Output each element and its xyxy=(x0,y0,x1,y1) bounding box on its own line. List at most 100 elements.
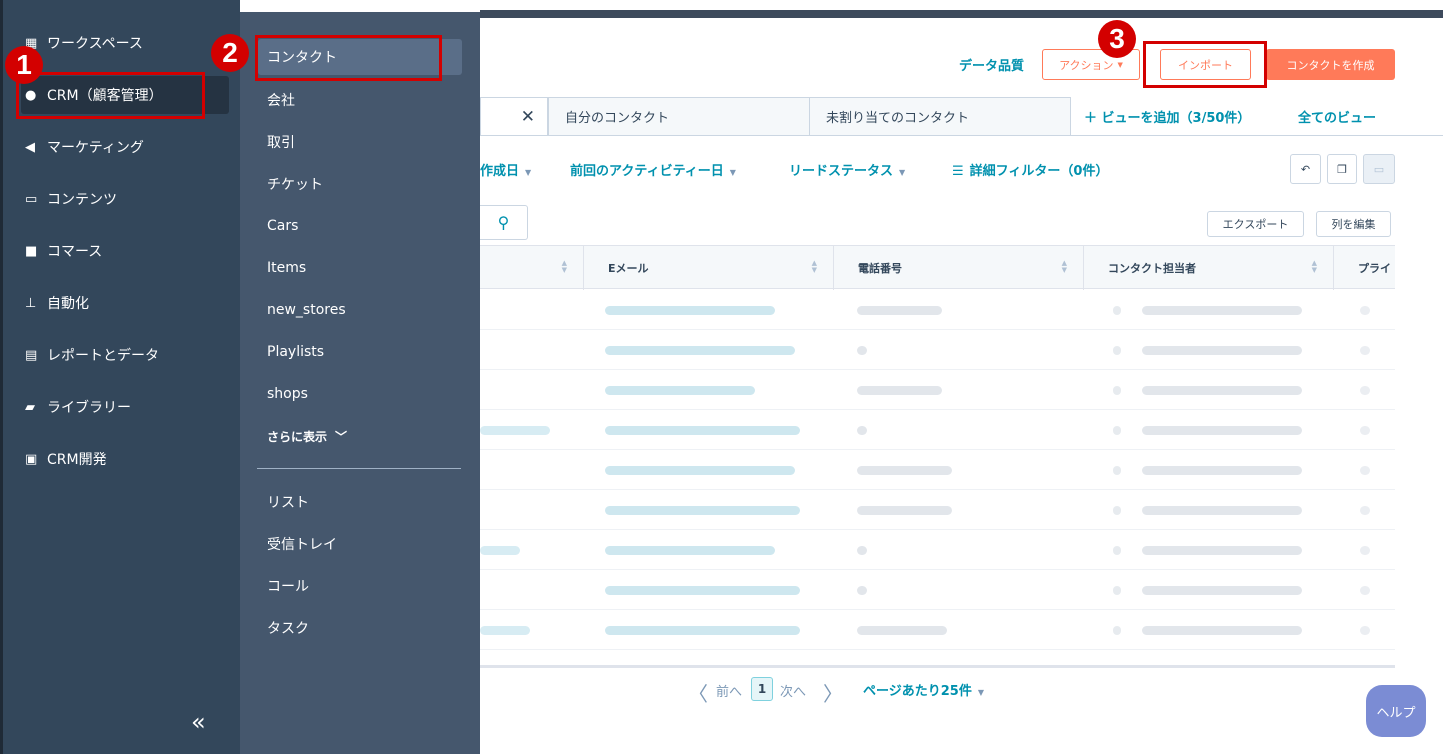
column-label: 電話番号 xyxy=(858,262,902,275)
collapse-sidebar-icon[interactable]: « xyxy=(191,708,206,736)
submenu-item-shops[interactable]: shops xyxy=(258,376,462,412)
nav-label: レポートとデータ xyxy=(47,348,159,364)
submenu-show-more[interactable]: さらに表示 ﹀ xyxy=(258,418,462,454)
table-row[interactable] xyxy=(480,330,1395,370)
all-views-link[interactable]: 全てのビュー xyxy=(1298,107,1376,126)
plus-icon: ＋ xyxy=(1084,111,1102,126)
redacted-cell xyxy=(1142,386,1302,395)
redacted-cell xyxy=(605,386,755,395)
redacted-cell xyxy=(1142,546,1302,555)
save-view-button[interactable]: ▭ xyxy=(1363,154,1395,184)
per-page-select[interactable]: ページあたり25件 ▼ xyxy=(863,680,984,699)
submenu-item-new-stores[interactable]: new_stores xyxy=(258,292,462,328)
copy-button[interactable]: ❐ xyxy=(1327,154,1357,184)
nav-workspace[interactable]: ▦ ワークスペース xyxy=(21,24,229,62)
undo-button[interactable]: ↶ xyxy=(1290,154,1321,184)
redacted-cell xyxy=(1142,346,1302,355)
annotation-badge-1: 1 xyxy=(5,46,43,84)
current-page[interactable]: 1 xyxy=(751,677,773,701)
table-row[interactable] xyxy=(480,450,1395,490)
submenu-item-deals[interactable]: 取引 xyxy=(258,124,462,160)
column-label: コンタクト担当者 xyxy=(1108,262,1196,275)
nav-content[interactable]: ▭ コンテンツ xyxy=(21,180,229,218)
redacted-cell xyxy=(1360,306,1370,315)
chevron-right-icon[interactable]: 〉 xyxy=(823,678,843,707)
create-contact-button[interactable]: コンタクトを作成 xyxy=(1266,49,1395,80)
column-header-phone[interactable]: 電話番号 ▲ ▼ xyxy=(833,246,1083,290)
table-row[interactable] xyxy=(480,370,1395,410)
submenu-item-inbox[interactable]: 受信トレイ xyxy=(258,526,462,562)
submenu-item-tickets[interactable]: チケット xyxy=(258,166,462,202)
redacted-cell xyxy=(857,586,867,595)
filter-advanced-label: 詳細フィルター（0件） xyxy=(969,164,1109,179)
show-more-label: さらに表示 xyxy=(267,429,328,444)
search-icon: ⚲ xyxy=(497,213,510,232)
close-icon[interactable]: ✕ xyxy=(521,107,535,127)
edit-columns-button[interactable]: 列を編集 xyxy=(1316,211,1391,237)
filter-last-activity[interactable]: 前回のアクティビティー日 ▼ xyxy=(570,160,736,179)
tab-unassigned-contacts[interactable]: 未割り当てのコンタクト xyxy=(809,97,1071,136)
table-row[interactable] xyxy=(480,490,1395,530)
redacted-cell xyxy=(1142,586,1302,595)
nav-reports[interactable]: ▤ レポートとデータ xyxy=(21,336,229,374)
crm-submenu: コンタクト 会社 取引 チケット Cars Items new_stores P… xyxy=(240,12,480,754)
filter-lead-status[interactable]: リードステータス ▼ xyxy=(789,160,905,179)
sort-icon: ▲ ▼ xyxy=(811,259,817,274)
redacted-cell xyxy=(1113,386,1121,395)
horizontal-scrollbar[interactable] xyxy=(480,665,1395,668)
column-header-owner[interactable]: コンタクト担当者 ▲ ▼ xyxy=(1083,246,1333,290)
annotation-box-contacts xyxy=(255,35,442,81)
submenu-item-companies[interactable]: 会社 xyxy=(258,82,462,118)
redacted-cell xyxy=(857,306,942,315)
megaphone-icon: ◀ xyxy=(25,139,35,155)
nav-automation[interactable]: ⊥ 自動化 xyxy=(21,284,229,322)
help-button[interactable]: ヘルプ xyxy=(1366,685,1426,737)
nav-library[interactable]: ▰ ライブラリー xyxy=(21,388,229,426)
submenu-item-items[interactable]: Items xyxy=(258,250,462,286)
table-row[interactable] xyxy=(480,410,1395,450)
submenu-item-tasks[interactable]: タスク xyxy=(258,610,462,646)
nav-marketing[interactable]: ◀ マーケティング xyxy=(21,128,229,166)
chevron-left-icon[interactable]: 〈 xyxy=(688,678,708,707)
nav-commerce[interactable]: ■ コマース xyxy=(21,232,229,270)
data-quality-link[interactable]: データ品質 xyxy=(959,55,1024,74)
table-row[interactable] xyxy=(480,290,1395,330)
chevron-down-icon: ﹀ xyxy=(335,429,348,444)
caret-down-icon: ▼ xyxy=(1117,60,1123,69)
column-header-privacy[interactable]: プライ xyxy=(1333,246,1395,290)
redacted-cell xyxy=(605,346,795,355)
table-row[interactable] xyxy=(480,530,1395,570)
prev-page-link[interactable]: 前へ xyxy=(716,681,742,700)
submenu-item-cars[interactable]: Cars xyxy=(258,208,462,244)
redacted-cell xyxy=(605,506,800,515)
redacted-cell xyxy=(1113,306,1121,315)
tab-my-contacts[interactable]: 自分のコンタクト xyxy=(548,97,810,136)
column-header-name[interactable]: ▲ ▼ xyxy=(480,246,583,290)
per-page-label: ページあたり25件 xyxy=(863,684,972,699)
redacted-cell xyxy=(480,546,520,555)
nav-label: マーケティング xyxy=(47,140,144,156)
redacted-cell xyxy=(1360,386,1370,395)
submenu-item-calls[interactable]: コール xyxy=(258,568,462,604)
redacted-cell xyxy=(857,426,867,435)
submenu-item-playlists[interactable]: Playlists xyxy=(258,334,462,370)
filter-advanced[interactable]: ☰ 詳細フィルター（0件） xyxy=(952,160,1108,179)
next-page-link[interactable]: 次へ xyxy=(780,681,806,700)
nav-crm-dev[interactable]: ▣ CRM開発 xyxy=(21,440,229,478)
redacted-cell xyxy=(1142,506,1302,515)
redacted-cell xyxy=(605,466,795,475)
search-button[interactable]: ⚲ xyxy=(480,205,528,240)
actions-label: アクション xyxy=(1059,58,1114,72)
column-header-email[interactable]: Eメール ▲ ▼ xyxy=(583,246,833,290)
annotation-badge-2: 2 xyxy=(211,34,249,72)
redacted-cell xyxy=(1360,466,1370,475)
table-row[interactable] xyxy=(480,610,1395,650)
table-row[interactable] xyxy=(480,570,1395,610)
redacted-cell xyxy=(857,466,952,475)
tab-current-view[interactable]: ✕ xyxy=(480,97,548,136)
add-view-link[interactable]: ＋ ビューを追加（3/50件） xyxy=(1084,107,1250,126)
redacted-cell xyxy=(857,386,942,395)
submenu-item-lists[interactable]: リスト xyxy=(258,484,462,520)
export-button[interactable]: エクスポート xyxy=(1207,211,1304,237)
filter-create-date[interactable]: 作成日 ▼ xyxy=(480,160,531,179)
